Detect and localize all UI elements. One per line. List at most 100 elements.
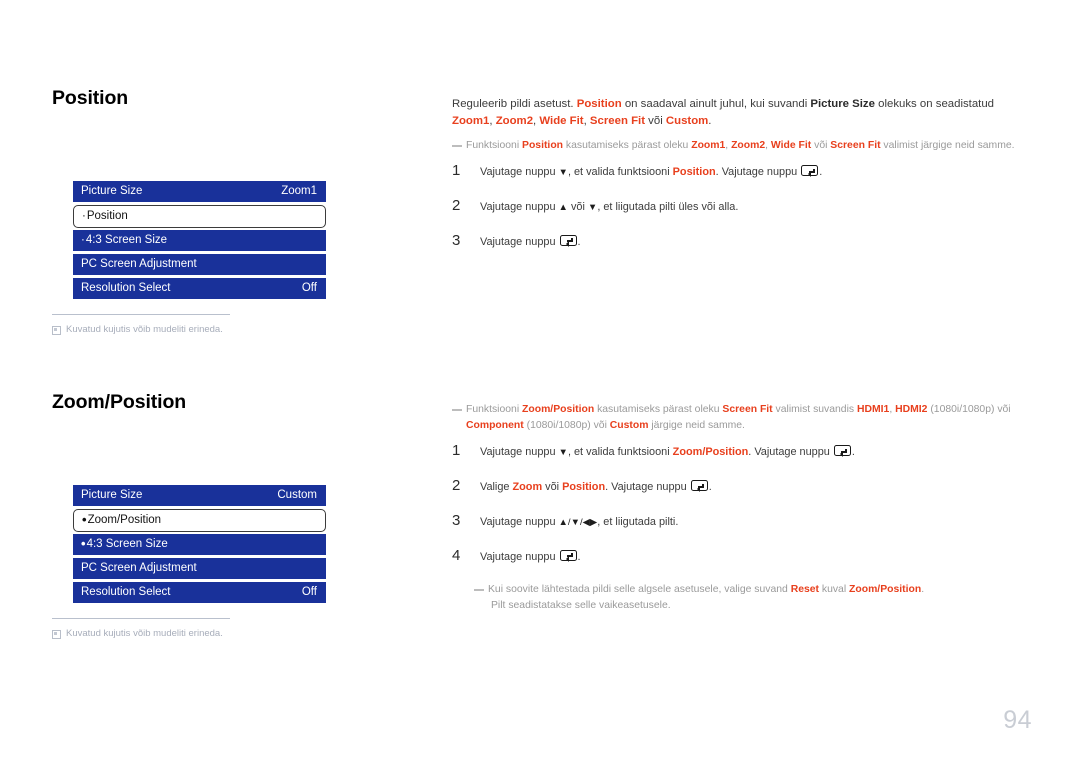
zoom-position-steps-list: 1 Vajutage nuppu ▼, et valida funktsioon… xyxy=(452,443,1022,565)
text: . xyxy=(577,550,581,563)
osd-row-pc-screen-adjustment[interactable]: PC Screen Adjustment xyxy=(73,558,326,580)
osd-footnote-text-row: Kuvatud kujutis võib mudeliti erineda. xyxy=(52,324,307,336)
text: olekuks on seadistatud xyxy=(874,98,995,110)
step-item: 1 Vajutage nuppu ▼, et valida funktsioon… xyxy=(452,443,1022,461)
step-number: 3 xyxy=(452,511,461,529)
step-item: 2 Vajutage nuppu ▲ või ▼, et liigutada p… xyxy=(452,198,1022,216)
text: . Vajutage nuppu xyxy=(715,166,801,179)
text: valimist järgige neid samme. xyxy=(880,139,1015,151)
keyword-zoom1: Zoom1 xyxy=(691,139,726,151)
arrow-keys-icon: ▲/▼/◀▶ xyxy=(558,516,598,528)
section-zoom-position-right-column: Funktsiooni Zoom/Position kasutamiseks p… xyxy=(452,400,1022,624)
text: . xyxy=(577,235,581,248)
text: või xyxy=(645,115,666,128)
osd-label-text: Zoom/Position xyxy=(87,514,162,527)
osd-label: ·Position xyxy=(82,210,128,223)
osd-label: •4:3 Screen Size xyxy=(81,536,168,552)
keyword-screen-fit: Screen Fit xyxy=(830,139,881,151)
step-item: 3 Vajutage nuppu . xyxy=(452,233,1022,251)
text: , et valida funktsiooni xyxy=(567,446,673,459)
text: kasutamiseks pärast oleku xyxy=(563,139,692,151)
osd-value: Custom xyxy=(277,489,317,502)
text: või xyxy=(811,139,831,151)
keyword-component: Component xyxy=(466,419,524,431)
position-steps-list: 1 Vajutage nuppu ▼, et valida funktsioon… xyxy=(452,163,1022,250)
step-text: Vajutage nuppu . xyxy=(480,234,581,251)
text: Vajutage nuppu xyxy=(480,550,559,563)
text: valimist suvandis xyxy=(772,404,857,415)
step-text: Vajutage nuppu ▼, et valida funktsiooni … xyxy=(480,165,822,181)
enter-key-icon xyxy=(690,480,708,493)
text: , et liigutada pilti üles või alla. xyxy=(597,201,739,214)
text: (1080i/1080p) või xyxy=(523,419,610,431)
text: , et valida funktsiooni xyxy=(567,166,673,179)
step-number: 2 xyxy=(452,197,461,215)
keyword-position: Position xyxy=(576,98,622,110)
keyword-zoom-position: Zoom/Position xyxy=(672,446,749,459)
step-text: Vajutage nuppu . xyxy=(480,549,581,566)
text: (1080i/1080p) või xyxy=(927,404,1011,415)
keyword-zoom-position: Zoom/Position xyxy=(522,404,595,415)
osd-label: PC Screen Adjustment xyxy=(81,258,197,271)
text: . xyxy=(921,584,925,596)
osd-label-text: 4:3 Screen Size xyxy=(86,538,168,551)
osd-bullet-marker: · xyxy=(81,234,85,247)
text: Vajutage nuppu xyxy=(480,166,559,179)
text: , et liigutada pilti. xyxy=(597,515,679,528)
text: kasutamiseks pärast oleku xyxy=(594,404,723,415)
enter-key-icon xyxy=(559,234,577,247)
keyword-custom: Custom xyxy=(609,419,649,431)
text: Funktsiooni xyxy=(466,139,523,151)
osd-row-picture-size[interactable]: Picture Size Custom xyxy=(73,485,326,507)
keyword-screen-fit: Screen Fit xyxy=(589,115,645,128)
step-number: 1 xyxy=(452,442,461,460)
osd-label: PC Screen Adjustment xyxy=(81,562,197,575)
text: Vajutage nuppu xyxy=(480,446,559,459)
text: . Vajutage nuppu xyxy=(748,446,833,459)
osd-row-resolution-select[interactable]: Resolution Select Off xyxy=(73,582,326,604)
text: . xyxy=(708,481,712,494)
step-number: 1 xyxy=(452,162,461,180)
keyword-picture-size: Picture Size xyxy=(810,98,875,110)
section-position-left-column: Position Picture Size Zoom1 ·Position ·4… xyxy=(52,87,432,336)
osd-label-text: Position xyxy=(86,210,128,223)
keyword-hdmi2: HDMI2 xyxy=(895,404,928,415)
step-item: 3 Vajutage nuppu ▲/▼/◀▶, et liigutada pi… xyxy=(452,513,1022,531)
osd-row-pc-screen-adjustment[interactable]: PC Screen Adjustment xyxy=(73,254,326,276)
osd-row-zoom-position[interactable]: •Zoom/Position xyxy=(73,509,326,533)
keyword-zoom-position: Zoom/Position xyxy=(849,584,922,596)
divider xyxy=(52,618,230,620)
arrow-down-icon: ▼ xyxy=(587,202,598,214)
keyword-zoom2: Zoom2 xyxy=(731,139,766,151)
enter-key-icon xyxy=(833,445,851,458)
osd-label: ·4:3 Screen Size xyxy=(81,234,167,247)
osd-row-picture-size[interactable]: Picture Size Zoom1 xyxy=(73,181,326,203)
zoom-position-endnote: Kui soovite lähtestada pildi selle algse… xyxy=(474,582,1022,613)
note-icon xyxy=(52,630,61,640)
osd-menu-position: Picture Size Zoom1 ·Position ·4:3 Screen… xyxy=(73,181,326,300)
text: Kui soovite lähtestada pildi selle algse… xyxy=(488,584,791,596)
keyword-hdmi1: HDMI1 xyxy=(856,404,890,415)
osd-row-position[interactable]: ·Position xyxy=(73,205,326,229)
step-item: 2 Valige Zoom või Position. Vajutage nup… xyxy=(452,478,1022,496)
note-icon xyxy=(52,326,61,336)
step-item: 1 Vajutage nuppu ▼, et valida funktsioon… xyxy=(452,163,1022,181)
keyword-reset: Reset xyxy=(790,584,819,596)
manual-page: Position Picture Size Zoom1 ·Position ·4… xyxy=(0,0,1080,763)
text: on saadaval ainult juhul, kui suvandi xyxy=(621,98,811,110)
osd-row-4-3-screen-size[interactable]: •4:3 Screen Size xyxy=(73,534,326,556)
page-title-position: Position xyxy=(52,87,129,109)
text: . xyxy=(708,115,712,128)
step-text: Vajutage nuppu ▲/▼/◀▶, et liigutada pilt… xyxy=(480,515,678,531)
keyword-wide-fit: Wide Fit xyxy=(539,115,584,128)
endnote-second-line: Pilt seadistatakse selle vaikeasetusele. xyxy=(491,600,671,612)
osd-label: Picture Size xyxy=(81,185,143,198)
osd-row-4-3-screen-size[interactable]: ·4:3 Screen Size xyxy=(73,230,326,252)
step-number: 3 xyxy=(452,231,461,249)
osd-value: Off xyxy=(301,586,317,599)
osd-row-resolution-select[interactable]: Resolution Select Off xyxy=(73,278,326,300)
keyword-position: Position xyxy=(522,139,564,151)
keyword-zoom1: Zoom1 xyxy=(452,115,490,128)
section-zoom-position-left-column: Zoom/Position Picture Size Custom •Zoom/… xyxy=(52,391,432,640)
keyword-wide-fit: Wide Fit xyxy=(770,139,812,151)
